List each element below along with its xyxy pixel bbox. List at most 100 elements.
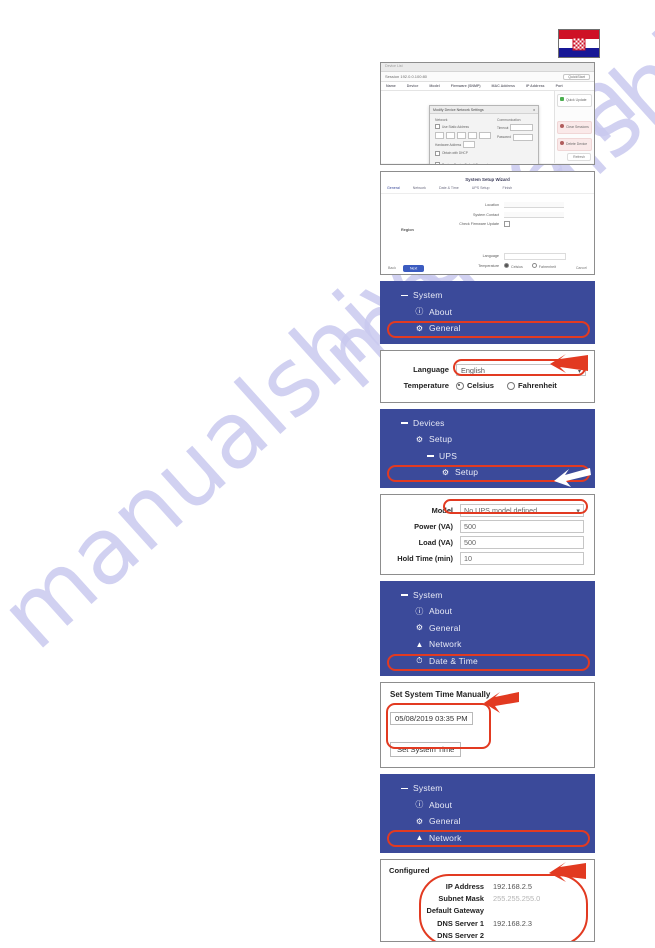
- nav-item-system[interactable]: System: [381, 780, 594, 797]
- language-control: English▾: [456, 364, 586, 376]
- nav-label: About: [429, 307, 452, 317]
- dialog-dhcp-row[interactable]: Obtain with DHCP: [435, 151, 491, 156]
- ip-address-value[interactable]: 192.168.2.5: [493, 880, 586, 892]
- nav-item-system[interactable]: System: [381, 287, 594, 304]
- dialog-ip-row: [435, 132, 491, 139]
- clear-sessions-button[interactable]: Clear Sessions: [557, 121, 592, 134]
- wizard-form: Location System Contact Check Firmware U…: [381, 194, 594, 269]
- wizard-back-button[interactable]: Back: [388, 266, 396, 270]
- radio-static-icon[interactable]: [435, 124, 440, 129]
- refresh-button[interactable]: Refresh: [567, 153, 591, 161]
- delete-device-button[interactable]: Delete Device: [557, 138, 592, 151]
- ups-hold-input[interactable]: 10: [460, 552, 584, 565]
- ups-model-cell: No UPS model defined▾: [458, 503, 586, 519]
- set-system-time-button[interactable]: Set System Time: [390, 742, 461, 757]
- nav-tree-general: System ⓘ About ⚙ General: [381, 282, 594, 343]
- nav-item-system[interactable]: System: [381, 587, 594, 604]
- table-row: Hold Time (min) 10: [385, 551, 586, 567]
- flag-coat-of-arms: [573, 37, 586, 50]
- nav-label: General: [429, 816, 461, 826]
- nav-label: General: [429, 323, 461, 333]
- panel-nav-datetime: System ⓘ About ⚙ General ▲ Network ⏱ Dat…: [380, 581, 595, 677]
- ip-octet-2[interactable]: [446, 132, 455, 139]
- dialog-network-column: Network Use Static Address: [435, 118, 491, 158]
- nav-item-date-time[interactable]: ⏱ Date & Time: [381, 653, 594, 670]
- nav-item-general[interactable]: ⚙ General: [381, 320, 594, 337]
- wizard-contact-field[interactable]: [504, 212, 564, 218]
- nav-item-about[interactable]: ⓘ About: [381, 603, 594, 620]
- quickstart-button[interactable]: QuickStart: [563, 74, 590, 80]
- nav-item-devices[interactable]: Devices: [381, 415, 594, 432]
- col-mac: MAC Address: [492, 84, 515, 88]
- col-firmware: Firmware (SNMP): [451, 84, 481, 88]
- nav-label: Date & Time: [429, 656, 478, 666]
- hw-address-field[interactable]: [463, 141, 475, 148]
- wizard-firmware-checkbox[interactable]: [504, 221, 510, 227]
- ups-power-input[interactable]: 500: [460, 520, 584, 533]
- ups-power-value: 500: [464, 522, 476, 531]
- tab-finish[interactable]: Finish: [503, 186, 513, 190]
- temperature-options: Celsius Fahrenheit: [456, 381, 586, 390]
- dns-server-2-value[interactable]: [493, 930, 586, 942]
- ups-model-select[interactable]: No UPS model defined▾: [460, 504, 584, 517]
- panel-nav-general: System ⓘ About ⚙ General: [380, 281, 595, 344]
- tab-ups-setup[interactable]: UPS Setup: [472, 186, 490, 190]
- subnet-mask-value[interactable]: 255.255.255.0: [493, 892, 586, 904]
- close-icon[interactable]: x: [533, 108, 535, 112]
- nav-item-network[interactable]: ▲ Network: [381, 830, 594, 847]
- dialog-title: Modify Device Network Settings: [433, 108, 484, 112]
- table-row: DNS Server 2: [389, 930, 586, 942]
- tab-network[interactable]: Network: [413, 186, 426, 190]
- timeout-field[interactable]: [510, 124, 533, 131]
- nav-item-about[interactable]: ⓘ About: [381, 797, 594, 814]
- quick-update-button[interactable]: Quick Update: [557, 94, 592, 107]
- device-session-bar: Session 192.0.0.100:80 QuickStart: [381, 72, 594, 82]
- wizard-row-contact: System Contact: [381, 212, 594, 218]
- default-gateway-value[interactable]: [493, 905, 586, 917]
- ip-octet-1[interactable]: [435, 132, 444, 139]
- status-rose-icon: [560, 141, 564, 145]
- ip-octet-4[interactable]: [468, 132, 477, 139]
- info-icon: ⓘ: [414, 606, 425, 617]
- option-celsius[interactable]: Celsius: [456, 381, 494, 390]
- minus-icon: [427, 455, 434, 457]
- radio-dhcp-icon[interactable]: [435, 151, 440, 156]
- password-field[interactable]: [513, 134, 533, 141]
- device-table-body: Modify Device Network Settings x Network…: [381, 91, 594, 163]
- tab-general[interactable]: General: [387, 186, 400, 190]
- dialog-timeout-row: Timeout: [497, 124, 533, 131]
- nav-label: Setup: [429, 434, 452, 444]
- option-fahrenheit[interactable]: Fahrenheit: [507, 381, 557, 390]
- celsius-label: Celsius: [467, 381, 494, 390]
- dialog-restore-row[interactable]: Restore Device Default Parameters: [435, 162, 533, 165]
- status-rose-icon: [560, 124, 564, 128]
- nav-item-general[interactable]: ⚙ General: [381, 813, 594, 830]
- nav-item-ups-setup[interactable]: ⚙ Setup: [381, 464, 594, 481]
- ip-octet-3[interactable]: [457, 132, 466, 139]
- gear-icon: ⚙: [440, 468, 451, 477]
- dns-server-1-label: DNS Server 1: [389, 917, 493, 929]
- nav-item-general[interactable]: ⚙ General: [381, 620, 594, 637]
- panel-device-list: Device List Session 192.0.0.100:80 Quick…: [380, 62, 595, 165]
- nav-item-about[interactable]: ⓘ About: [381, 304, 594, 321]
- dns-server-1-value[interactable]: 192.168.2.3: [493, 917, 586, 929]
- ip-cidr-field[interactable]: [479, 132, 491, 139]
- dialog-static-option[interactable]: Use Static Address: [435, 124, 491, 129]
- radio-unselected-icon: [507, 382, 515, 390]
- ups-power-label: Power (VA): [385, 519, 458, 535]
- wizard-language-select[interactable]: [504, 253, 566, 260]
- wizard-next-button[interactable]: Next: [403, 265, 424, 272]
- wizard-location-field[interactable]: [504, 202, 564, 208]
- ups-load-input[interactable]: 500: [460, 536, 584, 549]
- wizard-cancel-button[interactable]: Cancel: [576, 266, 587, 270]
- table-row: Power (VA) 500: [385, 519, 586, 535]
- nav-item-devices-setup[interactable]: ⚙ Setup: [381, 431, 594, 448]
- checkbox-restore-icon[interactable]: [435, 162, 440, 165]
- nav-item-ups[interactable]: UPS: [381, 448, 594, 465]
- system-time-input[interactable]: 05/08/2019 03:35 PM: [390, 712, 473, 725]
- tab-date-time[interactable]: Date & Time: [439, 186, 459, 190]
- nav-item-network[interactable]: ▲ Network: [381, 636, 594, 653]
- system-time-form: Set System Time Manually 05/08/2019 03:3…: [381, 683, 594, 767]
- minus-icon: [401, 422, 408, 424]
- language-select[interactable]: English▾: [456, 364, 586, 376]
